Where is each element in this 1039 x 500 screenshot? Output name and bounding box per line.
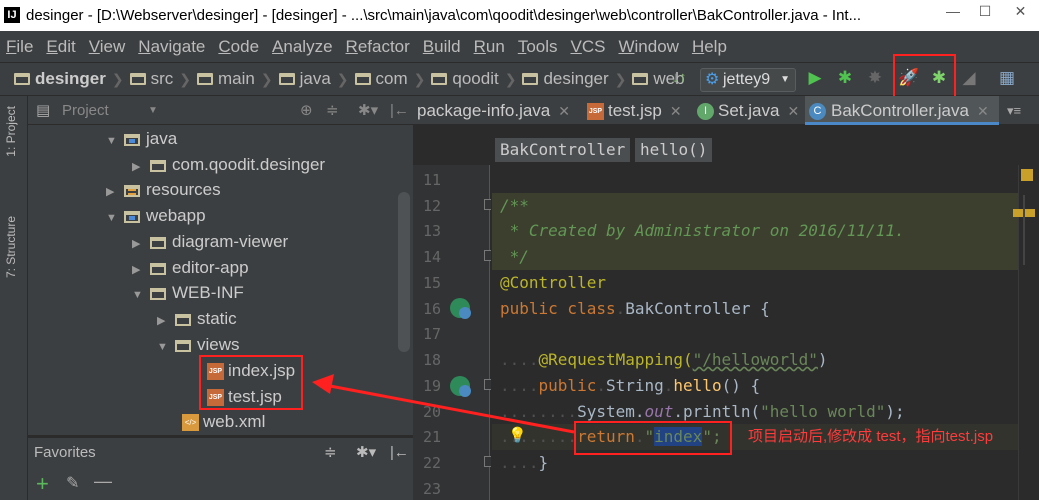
arrow-line [329,384,575,434]
warning-marker-icon[interactable] [1021,169,1033,181]
arrow-head [312,374,334,394]
editor-right-marker-strip [1013,165,1039,500]
scroll-track [1023,195,1025,265]
annotation-arrow [312,374,575,434]
